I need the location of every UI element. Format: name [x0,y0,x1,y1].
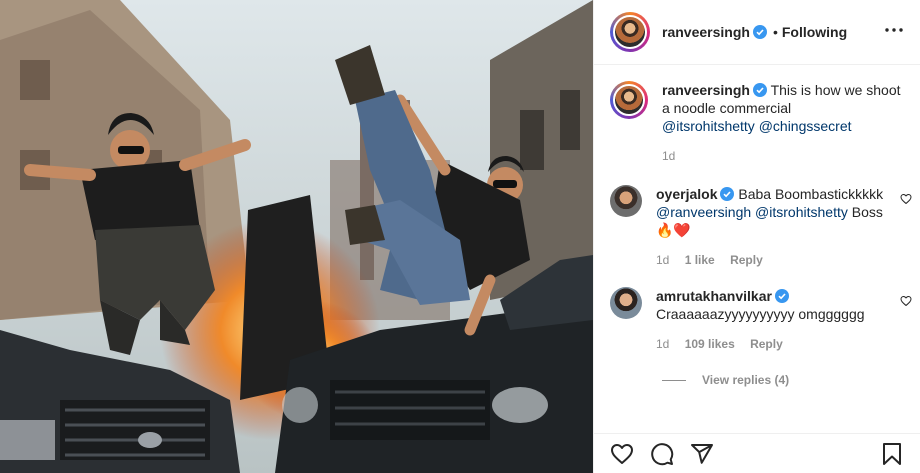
author-info: ranveersingh • Following [662,24,847,40]
comment-text: Baba Boombastickkkkk [738,186,884,202]
caption-mention[interactable]: @chingssecret [759,118,852,134]
caption-username[interactable]: ranveersingh [662,82,750,98]
comment-mention[interactable]: @ranveersingh [656,204,751,220]
comment-meta: 1d 109 likes Reply [656,335,904,353]
view-replies-divider [662,379,686,381]
author-username[interactable]: ranveersingh [662,24,750,40]
comment-likes[interactable]: 1 like [685,253,715,267]
comment-text: Craaaaaazyyyyyyyyyy omgggggg [656,306,865,322]
share-icon[interactable] [690,442,714,466]
follow-separator: • [772,24,778,40]
caption-body: ranveersingh This is how we shoot a nood… [662,81,904,165]
commenter-avatar[interactable] [610,287,642,319]
comment: amrutakhanvilkar Craaaaaazyyyyyyyyyy omg… [610,287,912,353]
verified-badge-icon [752,25,767,39]
caption-time[interactable]: 1d [662,149,675,163]
comment-body: amrutakhanvilkar Craaaaaazyyyyyyyyyy omg… [656,287,904,353]
reply-button[interactable]: Reply [730,253,763,267]
caption: ranveersingh This is how we shoot a nood… [610,81,904,165]
comment-icon[interactable] [650,442,674,466]
commenter-avatar[interactable] [610,185,642,217]
following-button[interactable]: Following [782,24,847,40]
verified-badge-icon [752,83,767,97]
verified-badge-icon [720,187,735,201]
comment-like-heart-icon[interactable] [900,193,912,205]
post-photo[interactable] [0,0,593,473]
comment-body: oyerjalok Baba Boombastickkkkk @ranveers… [656,185,904,269]
verified-badge-icon [774,289,789,303]
more-options-icon[interactable] [884,22,904,33]
caption-mention[interactable]: @itsrohitshetty [662,118,755,134]
comments-list: ranveersingh This is how we shoot a nood… [594,65,920,433]
comment: oyerjalok Baba Boombastickkkkk @ranveers… [610,185,912,269]
post-photo-illustration [0,0,593,473]
comment-like-heart-icon[interactable] [900,295,912,307]
instagram-post: ranveersingh • Following ranveersingh Th… [0,0,920,473]
comment-username[interactable]: oyerjalok [656,186,717,202]
caption-avatar[interactable] [610,81,648,119]
view-replies-button[interactable]: View replies (4) [662,373,904,387]
author-avatar[interactable] [610,12,650,52]
caption-meta: 1d [662,147,904,165]
comment-time[interactable]: 1d [656,337,669,351]
comment-mention[interactable]: @itsrohitshetty [755,204,848,220]
bookmark-icon[interactable] [880,442,904,466]
heart-icon[interactable] [610,442,634,466]
post-header: ranveersingh • Following [594,0,920,65]
comment-meta: 1d 1 like Reply [656,251,904,269]
reply-button[interactable]: Reply [750,337,783,351]
post-side-panel: ranveersingh • Following ranveersingh Th… [593,0,920,473]
comment-time[interactable]: 1d [656,253,669,267]
comment-likes[interactable]: 109 likes [685,337,735,351]
comment-username[interactable]: amrutakhanvilkar [656,288,772,304]
action-bar [594,433,920,473]
view-replies-label[interactable]: View replies (4) [702,373,789,387]
